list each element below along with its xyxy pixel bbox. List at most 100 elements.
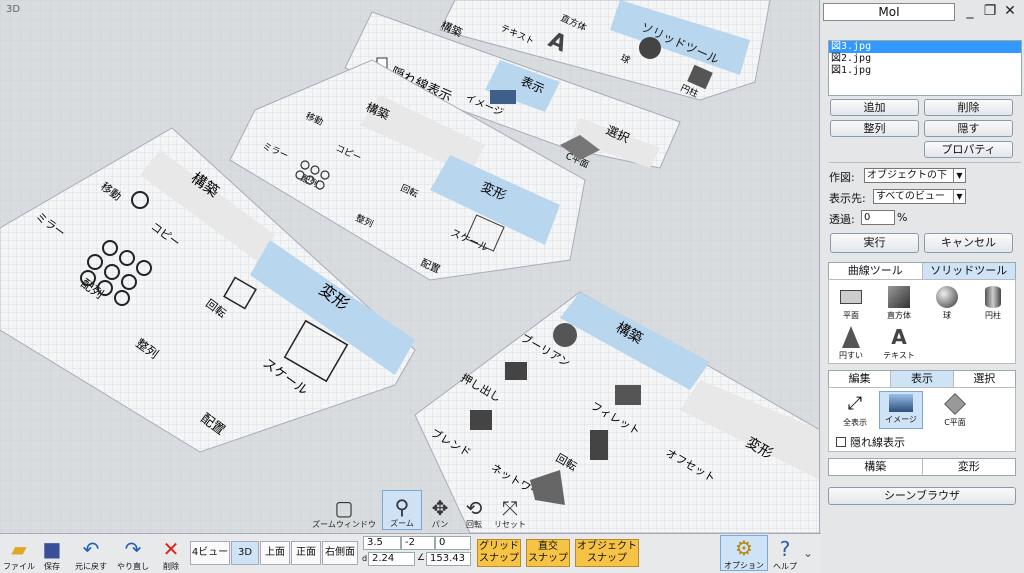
file-item[interactable]: 図3.jpg xyxy=(829,41,1021,53)
magnifier-icon: ⚲ xyxy=(394,495,410,519)
view-controls: ▢ ズームウィンドウ ⚲ ズーム ✥ パン ⟲ 回転 ⤧ リセット xyxy=(308,490,528,530)
draw-select[interactable]: オブジェクトの下 ▼ xyxy=(864,168,966,183)
delete-button[interactable]: 削除 xyxy=(924,99,1013,116)
divider xyxy=(829,162,1021,163)
save-label: 保存 xyxy=(44,562,60,571)
tab-display[interactable]: 表示 xyxy=(891,371,954,387)
tool-label: イメージ xyxy=(885,415,917,424)
scene-e-boolean-icon xyxy=(553,323,577,347)
chevron-down-icon[interactable]: ⌄ xyxy=(803,546,813,560)
grid-snap-line2: スナップ xyxy=(479,553,519,564)
expand-arrows-icon: ⤢ xyxy=(847,393,863,414)
tool-text[interactable]: A テキスト xyxy=(877,326,921,361)
zoom-window-label: ズームウィンドウ xyxy=(312,520,376,529)
file-item[interactable]: 図2.jpg xyxy=(829,53,1021,65)
tab-curve-tools[interactable]: 曲線ツール xyxy=(829,263,923,279)
tool-label: C平面 xyxy=(944,418,966,427)
tool-box[interactable]: 直方体 xyxy=(877,286,921,321)
redo-label: やり直し xyxy=(117,562,149,571)
zoom-window-icon: ▢ xyxy=(334,496,354,520)
chevron-down-icon: ▼ xyxy=(953,190,965,203)
ortho-snap-button[interactable]: 直交 スナップ xyxy=(526,539,570,567)
distance-label: d xyxy=(362,554,368,563)
ortho-snap-line1: 直交 xyxy=(538,541,558,552)
pan-button[interactable]: ✥ パン xyxy=(424,490,456,530)
undo-icon: ↶ xyxy=(82,537,100,561)
cancel-button[interactable]: キャンセル xyxy=(924,233,1013,253)
rotate-label: 回転 xyxy=(466,520,482,529)
tab-front[interactable]: 正面 xyxy=(291,541,321,565)
transparency-input[interactable]: 0 xyxy=(861,210,895,225)
cplane-icon xyxy=(944,393,966,415)
tool-label: 円すい xyxy=(839,351,863,360)
viewport-canvas: ソリッドツール 直方体 テキスト 球 円柱 A 構築 表示 選択 隠れ線表示 イ… xyxy=(0,0,819,533)
scene-browser-button[interactable]: シーンブラウザ xyxy=(828,487,1016,505)
delete-label: 削除 xyxy=(163,562,179,571)
ortho-snap-line2: スナップ xyxy=(528,553,568,564)
tool-cplane[interactable]: C平面 xyxy=(933,393,977,428)
minimize-icon[interactable]: _ xyxy=(961,2,979,20)
pan-arrows-icon: ✥ xyxy=(431,496,449,520)
tool-cylinder[interactable]: 円柱 xyxy=(971,286,1015,321)
tab-solid-tools[interactable]: ソリッドツール xyxy=(922,263,1015,279)
coord-x[interactable]: 3.5 xyxy=(363,536,401,550)
restore-icon[interactable]: ❐ xyxy=(981,2,999,20)
properties-button[interactable]: プロパティ xyxy=(924,141,1013,158)
object-snap-button[interactable]: オブジェクト スナップ xyxy=(575,539,639,567)
plane-icon xyxy=(840,290,862,304)
scene-e-revolve-icon xyxy=(590,430,608,460)
grid-snap-button[interactable]: グリッド スナップ xyxy=(477,539,521,567)
tab-right[interactable]: 右側面 xyxy=(322,541,358,565)
chevron-down-icon: ▼ xyxy=(953,169,965,182)
tool-plane[interactable]: 平面 xyxy=(829,286,873,321)
tab-transform[interactable]: 変形 xyxy=(923,459,1016,475)
tool-image[interactable]: イメージ xyxy=(879,391,923,429)
draw-label: 作図: xyxy=(829,171,855,184)
reset-view-button[interactable]: ⤧ リセット xyxy=(492,490,528,530)
coord-z[interactable]: 0 xyxy=(435,536,471,550)
save-button[interactable]: ■ 保存 xyxy=(38,537,66,572)
tab-select[interactable]: 選択 xyxy=(954,371,1015,387)
image-file-list[interactable]: 図3.jpg 図2.jpg 図1.jpg xyxy=(828,40,1022,96)
redo-button[interactable]: ↷ やり直し xyxy=(112,537,154,572)
tab-top[interactable]: 上面 xyxy=(260,541,290,565)
cone-icon xyxy=(842,326,860,348)
help-icon: ? xyxy=(779,537,791,561)
tool-label: 円柱 xyxy=(985,311,1001,320)
zoom-label: ズーム xyxy=(390,519,414,528)
hidden-lines-toggle[interactable]: 隠れ線表示 xyxy=(836,434,905,450)
coord-angle[interactable]: 153.43 xyxy=(426,552,471,566)
draw-select-value: オブジェクトの下 xyxy=(867,170,947,181)
zoom-button[interactable]: ⚲ ズーム xyxy=(382,490,422,530)
display-tools-palette: ⤢ 全表示 イメージ C平面 隠れ線表示 xyxy=(828,387,1016,452)
tab-construct[interactable]: 構築 xyxy=(829,459,923,475)
object-snap-line1: オブジェクト xyxy=(577,541,637,552)
coord-distance[interactable]: 2.24 xyxy=(368,552,415,566)
tab-edit[interactable]: 編集 xyxy=(829,371,892,387)
close-icon[interactable]: ✕ xyxy=(1001,2,1019,20)
show-in-label: 表示先: xyxy=(829,192,866,205)
execute-button[interactable]: 実行 xyxy=(830,233,919,253)
help-button[interactable]: ? ヘルプ xyxy=(770,537,800,572)
tool-label: 平面 xyxy=(843,311,859,320)
undo-button[interactable]: ↶ 元に戻す xyxy=(70,537,112,572)
file-item[interactable]: 図1.jpg xyxy=(829,65,1021,77)
tool-sphere[interactable]: 球 xyxy=(925,286,969,321)
add-button[interactable]: 追加 xyxy=(830,99,919,116)
tab-4-views[interactable]: 4ビュー xyxy=(190,541,230,565)
show-in-select[interactable]: すべてのビュー ▼ xyxy=(873,189,966,204)
tool-zoom-all[interactable]: ⤢ 全表示 xyxy=(833,393,877,428)
rotate-view-button[interactable]: ⟲ 回転 xyxy=(458,490,490,530)
hidden-lines-checkbox[interactable] xyxy=(836,437,846,447)
options-button[interactable]: ⚙ オプション xyxy=(720,535,768,571)
hidden-lines-label: 隠れ線表示 xyxy=(850,436,905,449)
tool-cone[interactable]: 円すい xyxy=(829,326,873,361)
hide-button[interactable]: 隠す xyxy=(924,120,1013,137)
zoom-window-button[interactable]: ▢ ズームウィンドウ xyxy=(308,490,380,530)
tab-3d[interactable]: 3D xyxy=(231,541,259,565)
delete-button[interactable]: ✕ 削除 xyxy=(156,537,186,572)
file-button[interactable]: ▰ ファイル xyxy=(2,537,36,572)
align-button[interactable]: 整列 xyxy=(830,120,919,137)
coord-y[interactable]: -2 xyxy=(401,536,435,550)
3d-viewport[interactable]: ソリッドツール 直方体 テキスト 球 円柱 A 構築 表示 選択 隠れ線表示 イ… xyxy=(0,0,820,533)
